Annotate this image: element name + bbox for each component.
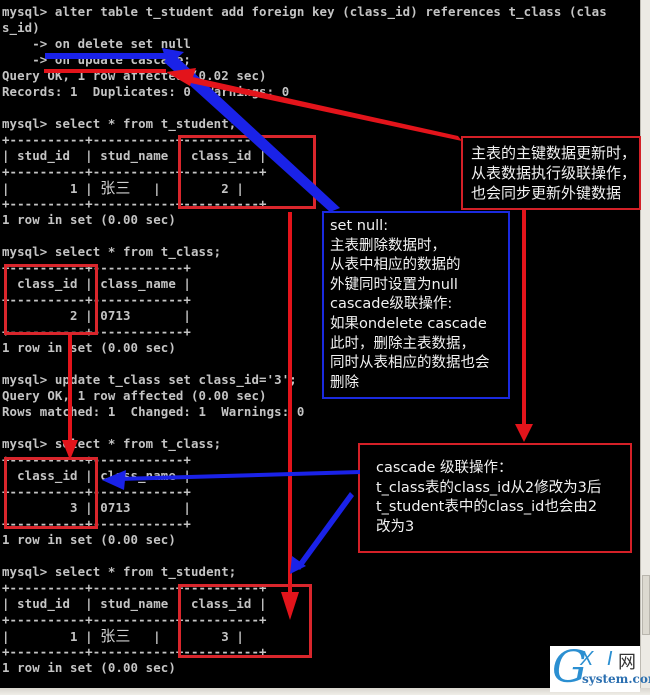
highlight-class-id-before	[4, 264, 98, 335]
console-line: s_id)	[2, 20, 40, 35]
cell-stud-id: | 1 |	[2, 181, 101, 196]
console-line: Query OK, 1 row affected (0.00 sec)	[2, 388, 267, 403]
console-line: mysql> select * from t_class;	[2, 436, 222, 451]
mysql-console[interactable]: mysql> alter table t_student add foreign…	[0, 0, 640, 688]
highlight-student-class-id-before	[178, 135, 316, 209]
console-line: mysql> select * from t_student;	[2, 564, 237, 579]
console-line: mysql> update t_class set class_id='3';	[2, 372, 297, 387]
console-line: Rows matched: 1 Changed: 1 Warnings: 0	[2, 404, 305, 419]
console-line: 1 row in set (0.00 sec)	[2, 212, 176, 227]
scrollbar-thumb[interactable]	[642, 575, 650, 635]
console-line: 1 row in set (0.00 sec)	[2, 340, 176, 355]
cell-stud-id: | 1 |	[2, 629, 101, 644]
console-line: 1 row in set (0.00 sec)	[2, 660, 176, 675]
set-null-note: set null: 主表删除数据时， 从表中相应的数据的 外键同时设置为null…	[322, 211, 510, 399]
vertical-scrollbar[interactable]	[640, 0, 650, 688]
console-line: Records: 1 Duplicates: 0 Warnings: 0	[2, 84, 290, 99]
watermark-domain: system.com	[582, 672, 650, 686]
watermark-xi: X I	[580, 648, 617, 670]
console-line: 1 row in set (0.00 sec)	[2, 532, 176, 547]
cascade-example-note: cascade 级联操作： t_class表的class_id从2修改为3后 t…	[358, 443, 632, 553]
console-line: mysql> select * from t_student;	[2, 116, 237, 131]
cell-stud-name: 张三	[100, 627, 131, 645]
update-cascade-note: 主表的主键数据更新时， 从表数据执行级联操作， 也会同步更新外键数据	[461, 136, 641, 210]
console-line: mysql> select * from t_class;	[2, 244, 222, 259]
watermark-wang: 网	[618, 652, 636, 673]
console-line: -> on delete set null	[2, 36, 191, 51]
console-line: -> on update cascade;	[2, 52, 191, 67]
cell-stud-name: 张三	[100, 179, 131, 197]
console-line: mysql> alter table t_student add foreign…	[2, 4, 607, 19]
highlight-student-class-id-after	[178, 584, 312, 658]
watermark-logo: G X I 网 system.com	[550, 642, 650, 693]
highlight-class-id-after	[4, 457, 98, 529]
console-line: Query OK, 1 row affected (0.02 sec)	[2, 68, 267, 83]
